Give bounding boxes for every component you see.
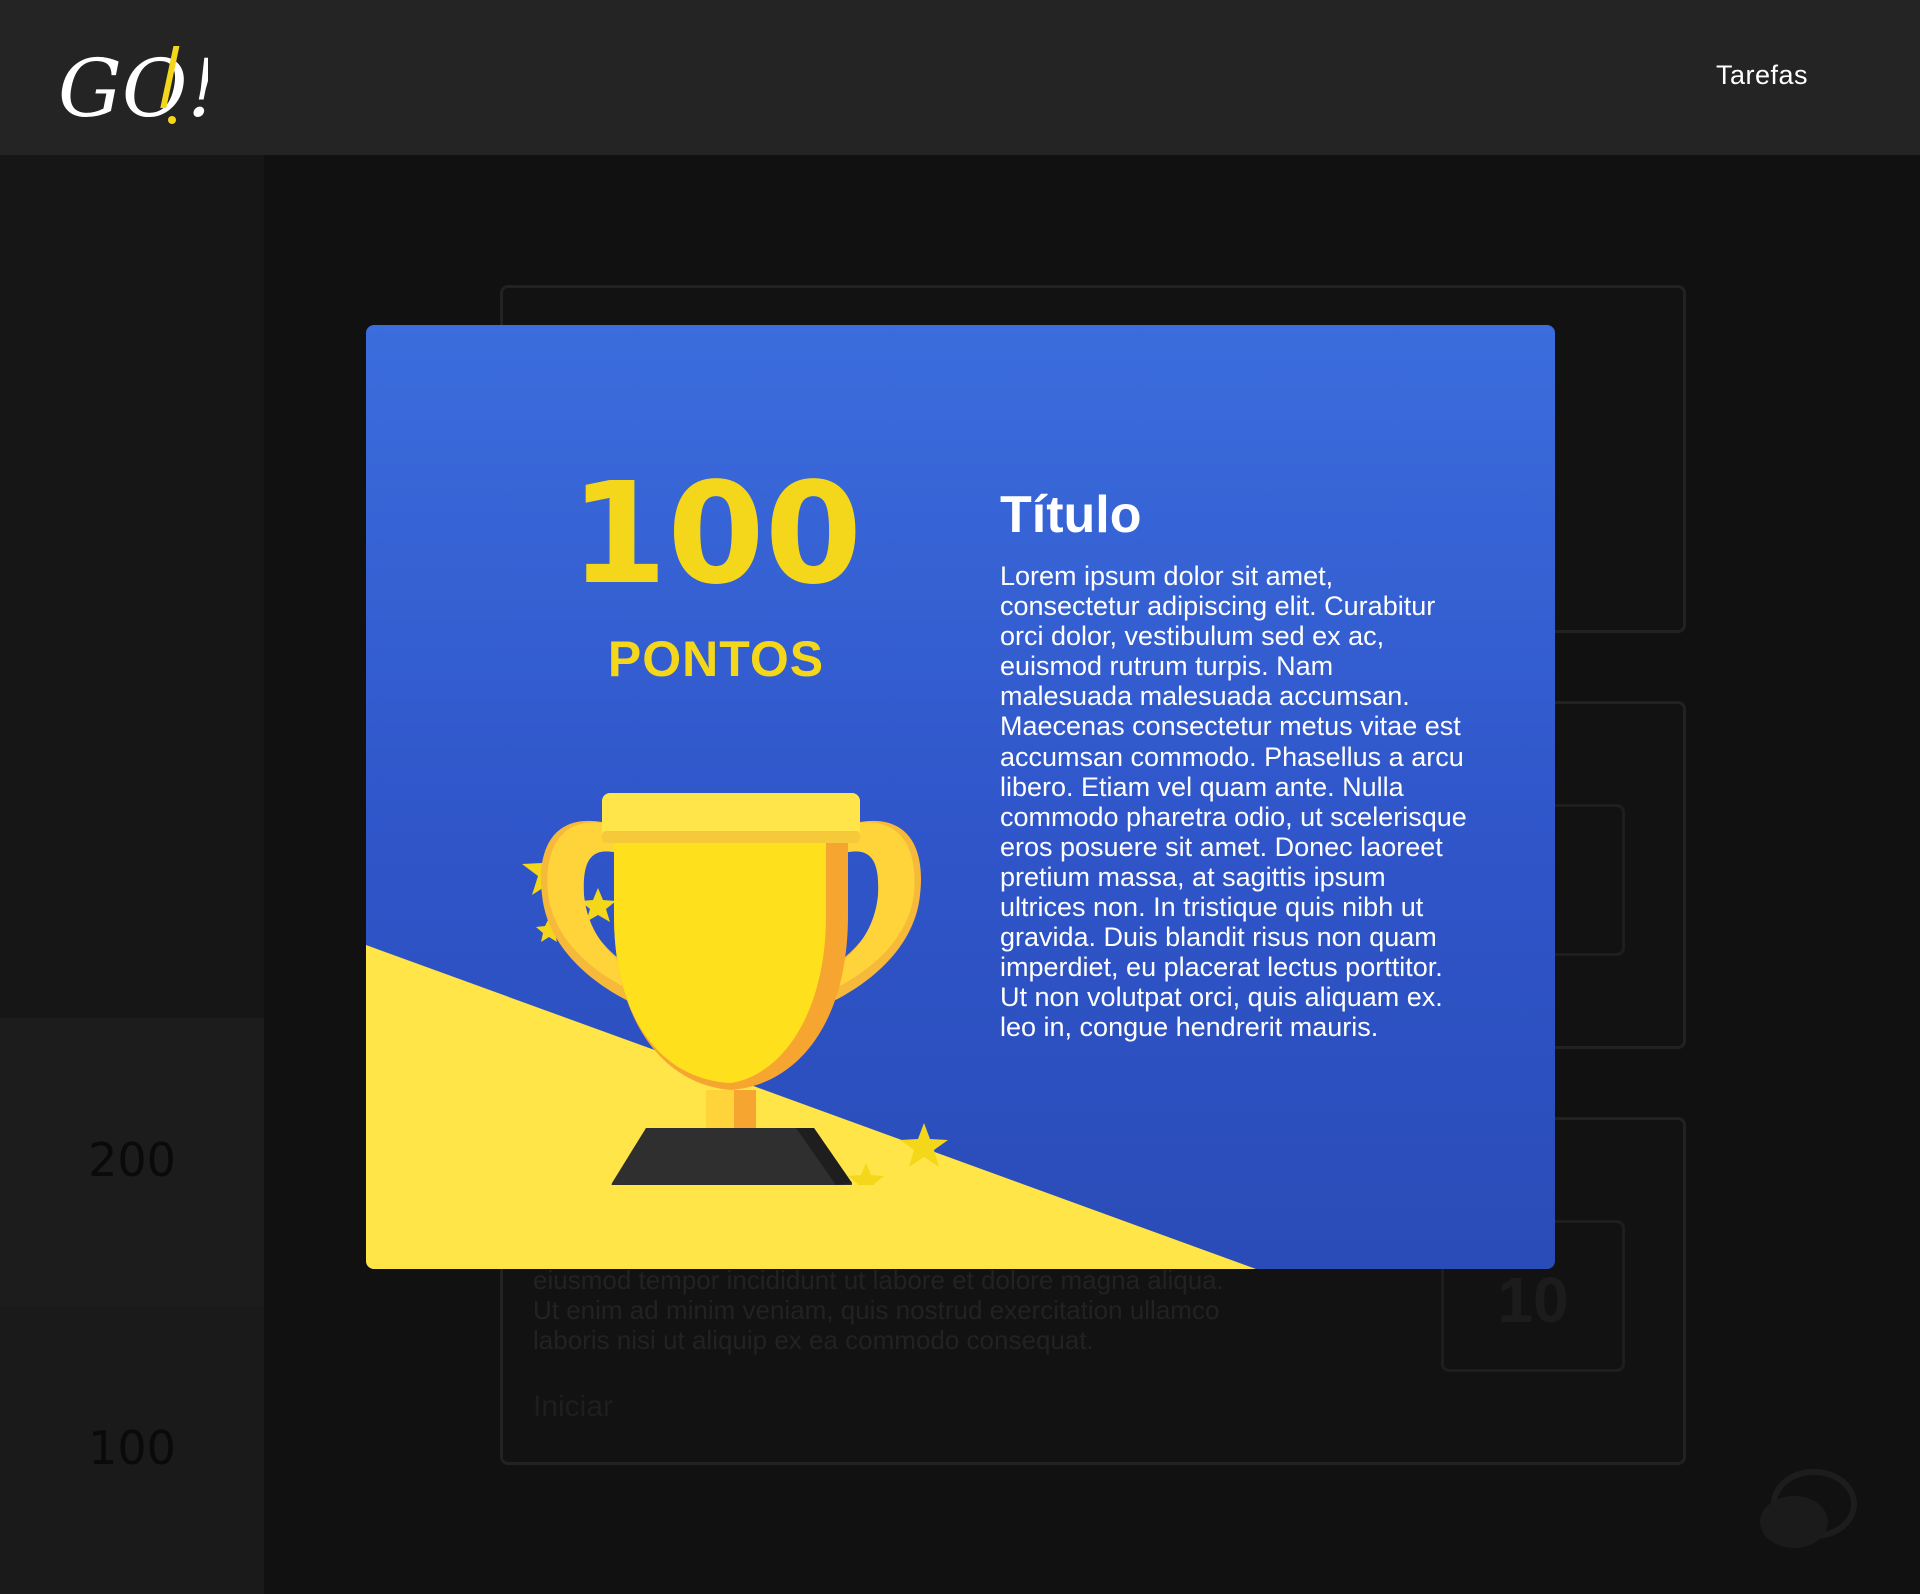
- svg-text:GO!: GO!: [58, 42, 208, 129]
- sidebar-points-value: 200: [88, 1133, 176, 1187]
- modal-body-text: Lorem ipsum dolor sit amet, consectetur …: [1000, 561, 1467, 1043]
- points-value: 100: [569, 453, 863, 616]
- nav-tarefas-link[interactable]: Tarefas: [1716, 60, 1808, 91]
- star-icon: [848, 1163, 884, 1185]
- trophy-icon: [522, 793, 948, 1185]
- star-icon: [900, 1123, 948, 1167]
- task-description-line: Ut enim ad minim veniam, quis nostrud ex…: [533, 1295, 1220, 1325]
- sidebar-points-card[interactable]: 100: [0, 1306, 264, 1594]
- sidebar-points-value: 100: [88, 1421, 176, 1475]
- sidebar: 200 100: [0, 155, 264, 1594]
- task-description-line: laboris nisi ut aliquip ex ea commodo co…: [533, 1325, 1094, 1355]
- points-label: PONTOS: [607, 631, 825, 687]
- sidebar-points-card[interactable]: 200: [0, 1018, 264, 1306]
- start-task-link[interactable]: Iniciar: [533, 1390, 613, 1424]
- task-description: eiusmod tempor incididunt ut labore et d…: [533, 1265, 1393, 1355]
- task-date-day: 10: [1497, 1264, 1569, 1336]
- task-description-line: eiusmod tempor incididunt ut labore et d…: [533, 1265, 1224, 1295]
- modal-title: Título: [1000, 486, 1142, 544]
- chat-icon[interactable]: [1752, 1462, 1862, 1562]
- go-logo[interactable]: GO!: [58, 34, 208, 129]
- app-header: GO! Tarefas: [0, 0, 1920, 155]
- reward-modal: 100 PONTOS Título Lorem ipsum dolor sit …: [366, 325, 1555, 1269]
